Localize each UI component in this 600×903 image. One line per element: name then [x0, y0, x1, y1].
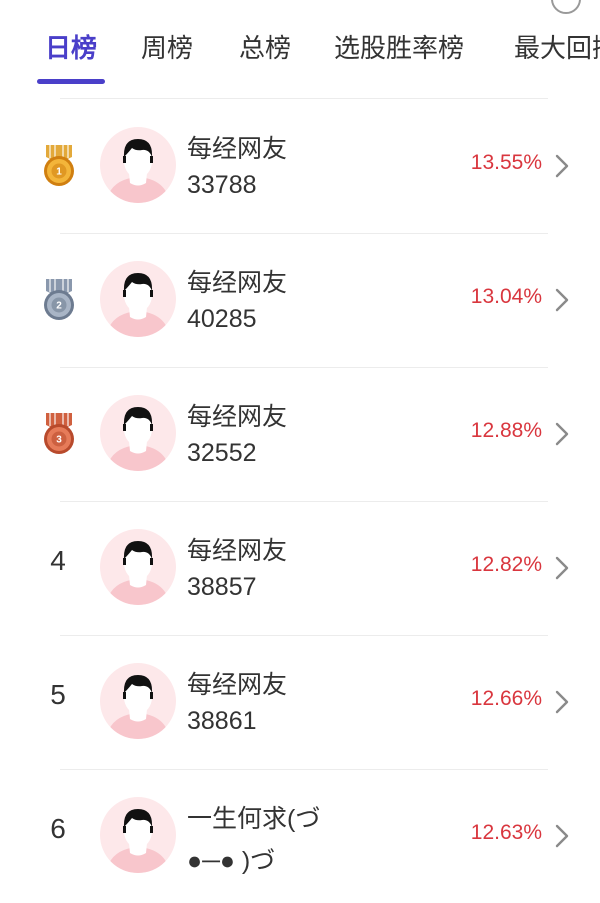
return-percent: 13.04%: [470, 285, 542, 308]
chevron-right-icon[interactable]: [554, 421, 570, 447]
user-id: 40285: [187, 305, 257, 333]
ranking-row[interactable]: 2 每经网友 40285 13.04%: [0, 233, 600, 367]
ranking-row[interactable]: 3 每经网友 32552 12.88%: [0, 367, 600, 501]
user-id: 32552: [187, 439, 257, 467]
user-nickname: 每经网友: [187, 671, 288, 699]
svg-text:3: 3: [56, 435, 62, 446]
svg-text:1: 1: [56, 167, 62, 178]
silver-medal-icon: 2: [41, 277, 77, 323]
avatar[interactable]: [100, 261, 176, 337]
user-nickname: 每经网友: [187, 269, 288, 297]
chevron-right-icon[interactable]: [554, 823, 570, 849]
tab-total[interactable]: 总榜: [239, 28, 291, 65]
gold-medal-icon: 1: [41, 143, 77, 189]
return-percent: 12.66%: [470, 687, 542, 710]
ranking-tabs: 日榜 周榜 总榜 选股胜率榜 最大回撤: [0, 0, 600, 100]
bronze-medal-icon: 3: [41, 411, 77, 457]
return-percent: 13.55%: [470, 151, 542, 174]
return-percent: 12.63%: [470, 821, 542, 844]
avatar[interactable]: [100, 395, 176, 471]
user-id: 33788: [187, 171, 257, 199]
user-nickname: 一生何求(づ: [187, 805, 321, 833]
rank-number: 4: [50, 545, 66, 576]
chevron-right-icon[interactable]: [554, 153, 570, 179]
return-percent: 12.88%: [470, 419, 542, 442]
rank-number: 5: [50, 679, 66, 710]
return-percent: 12.82%: [470, 553, 542, 576]
ranking-row[interactable]: 5 每经网友 38861 12.66%: [0, 635, 600, 769]
avatar[interactable]: [100, 529, 176, 605]
user-nickname: 每经网友: [187, 537, 288, 565]
avatar[interactable]: [100, 663, 176, 739]
chevron-right-icon[interactable]: [554, 287, 570, 313]
avatar[interactable]: [100, 127, 176, 203]
avatar[interactable]: [100, 797, 176, 873]
user-id: 38861: [187, 707, 257, 735]
chevron-right-icon[interactable]: [554, 555, 570, 581]
ranking-row[interactable]: 6 一生何求(づ ●─● )づ 12.63%: [0, 769, 600, 903]
tab-max-drawdown[interactable]: 最大回撤: [514, 28, 600, 65]
circle-icon[interactable]: [551, 0, 581, 14]
user-id: ●─● )づ: [187, 847, 276, 875]
ranking-row[interactable]: 4 每经网友 38857 12.82%: [0, 501, 600, 635]
tab-win-rate[interactable]: 选股胜率榜: [334, 28, 464, 65]
chevron-right-icon[interactable]: [554, 689, 570, 715]
tab-daily[interactable]: 日榜: [45, 28, 97, 65]
active-tab-indicator: [37, 79, 105, 84]
rank-number: 6: [50, 813, 66, 844]
user-nickname: 每经网友: [187, 403, 288, 431]
svg-text:2: 2: [56, 301, 62, 312]
ranking-row[interactable]: 1 每经网友 33788 13.55%: [0, 99, 600, 233]
tab-weekly[interactable]: 周榜: [141, 28, 193, 65]
user-nickname: 每经网友: [187, 135, 288, 163]
user-id: 38857: [187, 573, 257, 601]
